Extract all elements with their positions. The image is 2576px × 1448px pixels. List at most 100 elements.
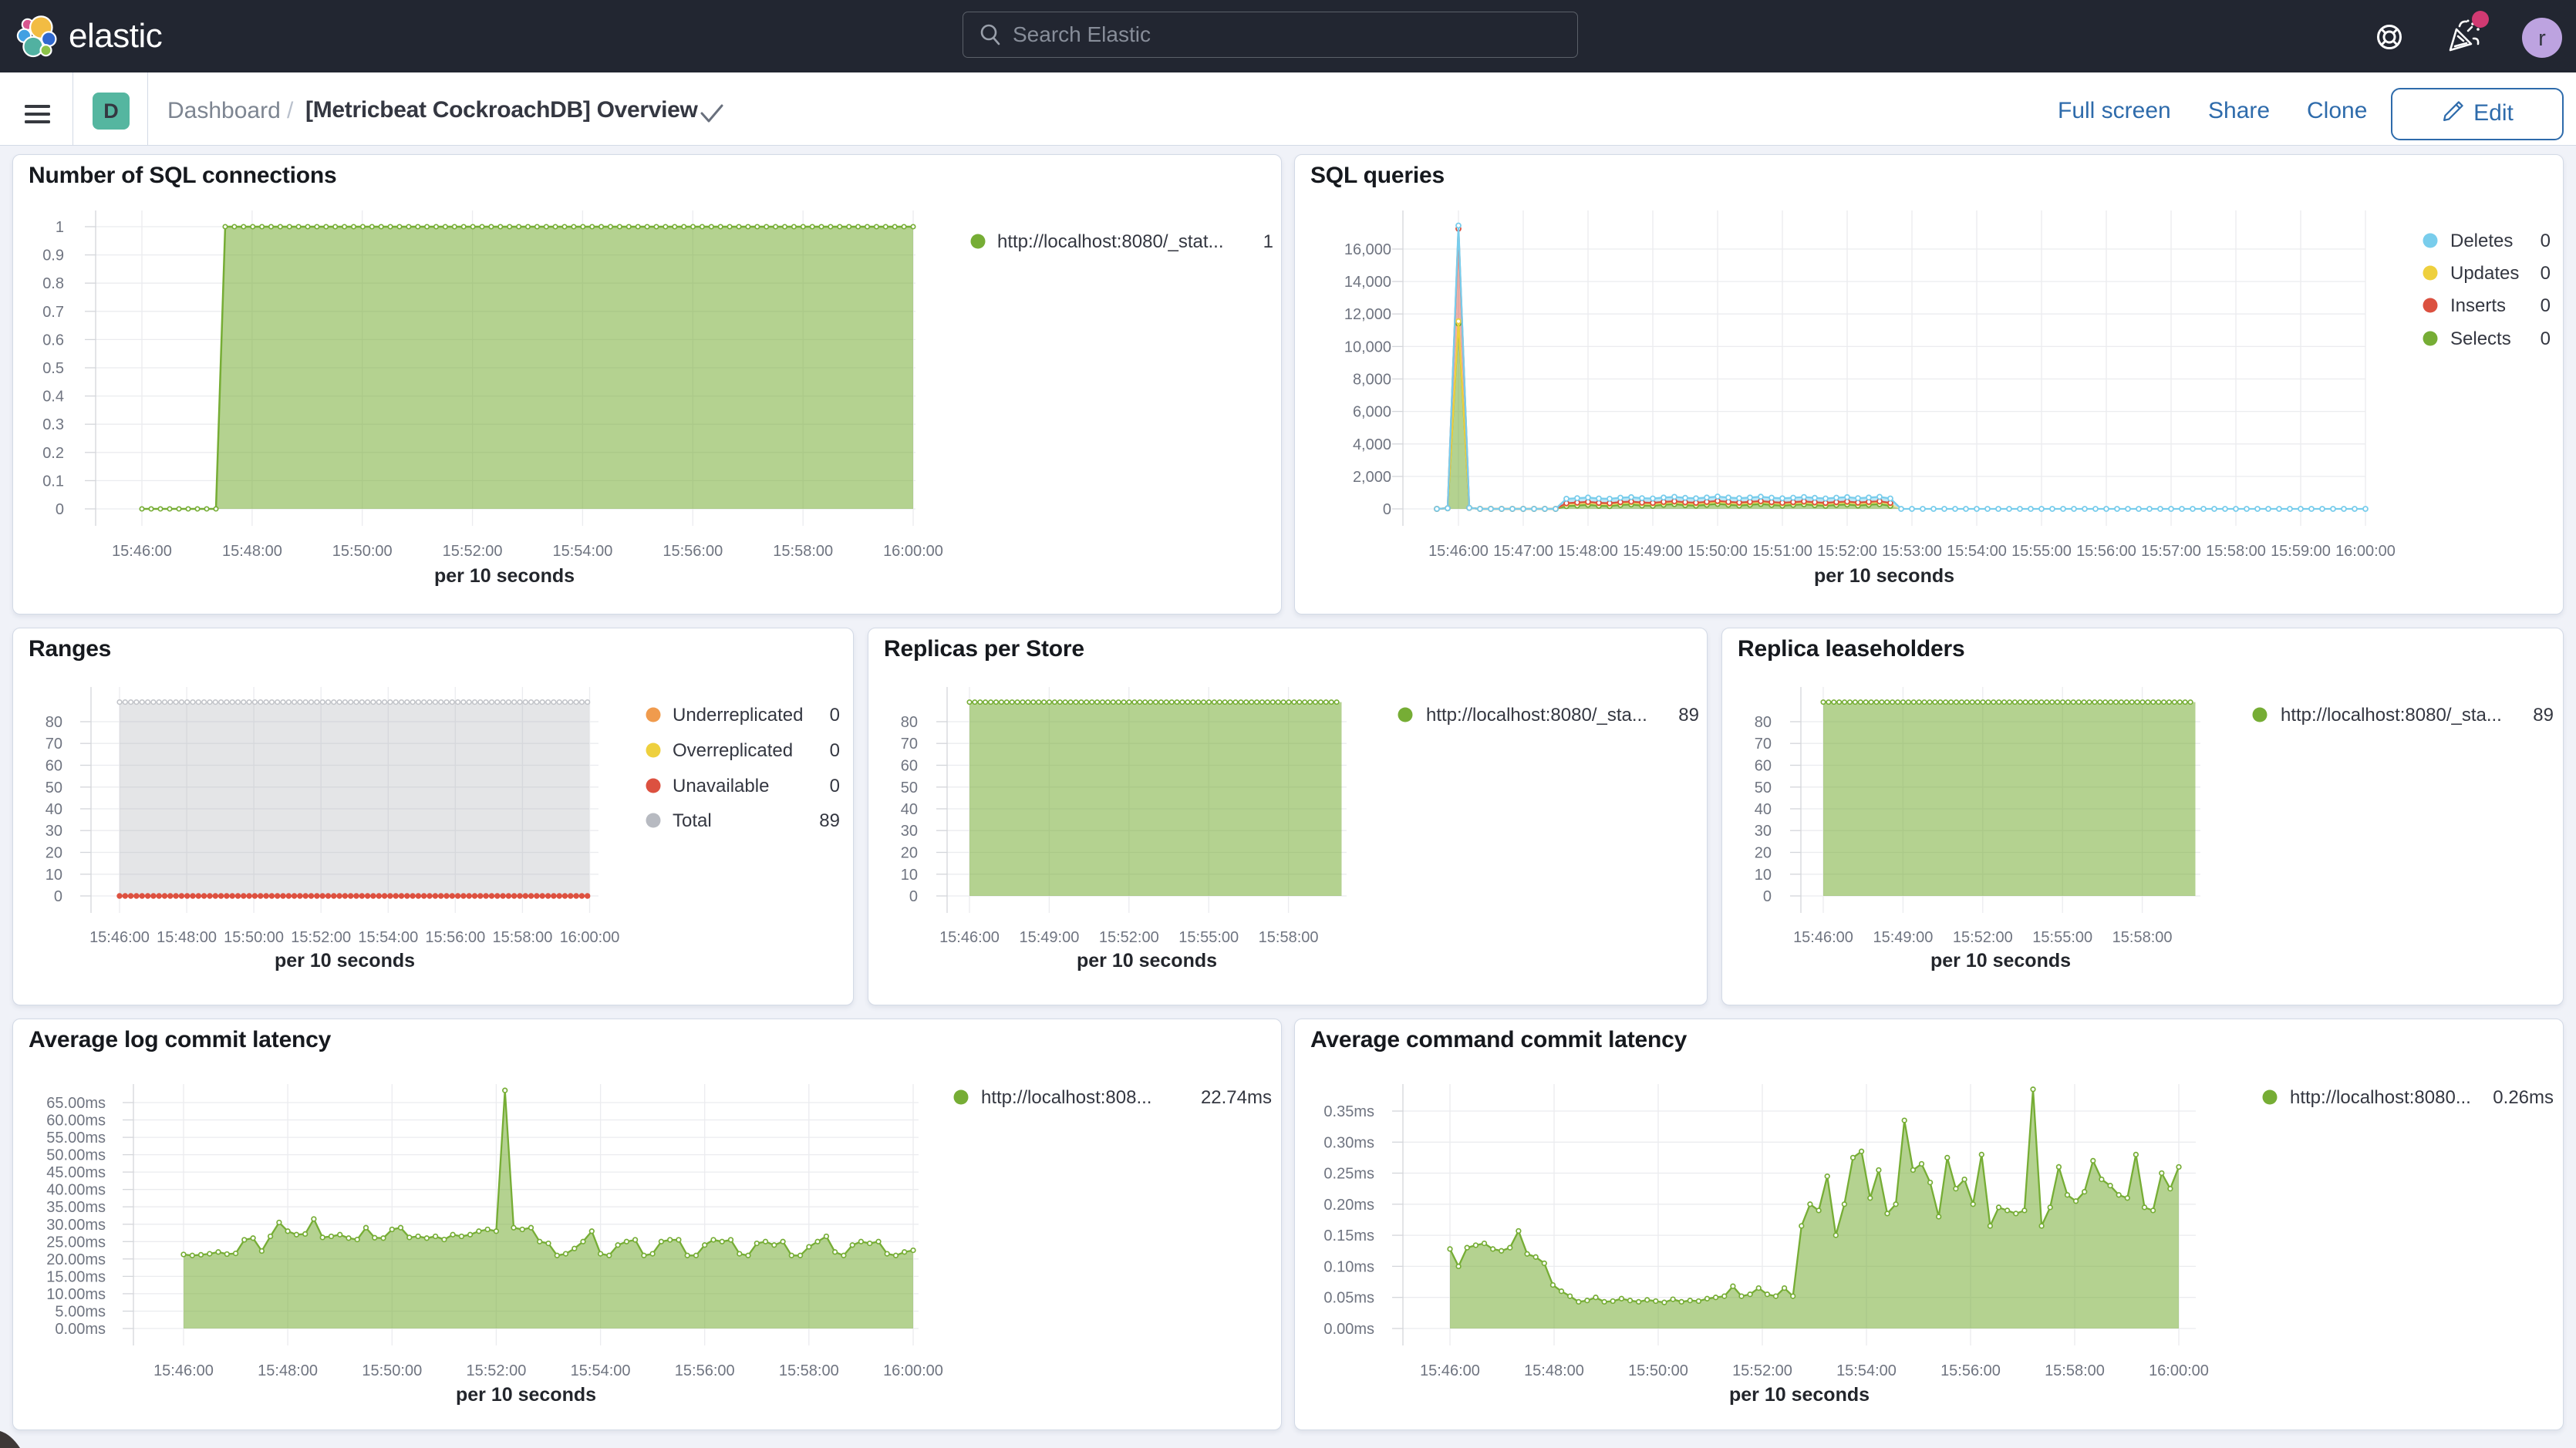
svg-text:14,000: 14,000 [1344, 274, 1391, 291]
svg-text:15:58:00: 15:58:00 [2206, 543, 2266, 560]
svg-text:15:52:00: 15:52:00 [1099, 929, 1159, 946]
svg-text:Total: Total [673, 810, 712, 831]
svg-text:15:46:00: 15:46:00 [1428, 543, 1489, 560]
svg-text:0.20ms: 0.20ms [1323, 1197, 1374, 1214]
svg-text:per 10 seconds: per 10 seconds [1814, 565, 1954, 587]
svg-text:Underreplicated: Underreplicated [673, 705, 803, 726]
svg-text:15:50:00: 15:50:00 [224, 929, 284, 946]
svg-text:15:50:00: 15:50:00 [1628, 1362, 1688, 1379]
svg-text:http://localhost:8080/_sta...: http://localhost:8080/_sta... [1426, 705, 1647, 726]
svg-text:15:57:00: 15:57:00 [2141, 543, 2201, 560]
svg-text:45.00ms: 45.00ms [46, 1164, 106, 1181]
svg-text:30: 30 [46, 823, 62, 840]
svg-text:per 10 seconds: per 10 seconds [434, 565, 575, 587]
svg-text:0: 0 [2541, 231, 2551, 251]
svg-text:65.00ms: 65.00ms [46, 1095, 106, 1112]
svg-text:30: 30 [901, 823, 918, 840]
svg-text:10,000: 10,000 [1344, 338, 1391, 355]
svg-text:15:52:00: 15:52:00 [1953, 929, 2013, 946]
svg-text:60: 60 [1755, 758, 1772, 775]
svg-text:15:48:00: 15:48:00 [258, 1362, 318, 1379]
svg-text:0.1: 0.1 [42, 473, 64, 490]
svg-text:Selects: Selects [2450, 328, 2511, 349]
svg-text:15:52:00: 15:52:00 [466, 1362, 526, 1379]
svg-text:http://localhost:808...: http://localhost:808... [981, 1087, 1151, 1108]
svg-text:15:46:00: 15:46:00 [89, 929, 150, 946]
svg-text:15:46:00: 15:46:00 [1420, 1362, 1480, 1379]
svg-text:Overreplicated: Overreplicated [673, 740, 793, 761]
svg-text:15:58:00: 15:58:00 [779, 1362, 839, 1379]
svg-text:0.15ms: 0.15ms [1323, 1227, 1374, 1244]
svg-text:2,000: 2,000 [1353, 469, 1391, 486]
svg-text:15:46:00: 15:46:00 [153, 1362, 214, 1379]
svg-text:12,000: 12,000 [1344, 306, 1391, 323]
svg-text:1: 1 [56, 219, 64, 236]
svg-text:15:58:00: 15:58:00 [492, 929, 552, 946]
svg-text:0.8: 0.8 [42, 275, 64, 292]
svg-text:89: 89 [819, 810, 840, 831]
svg-text:10.00ms: 10.00ms [46, 1286, 106, 1303]
svg-text:8,000: 8,000 [1353, 372, 1391, 389]
svg-text:0.3: 0.3 [42, 416, 64, 433]
svg-text:0.5: 0.5 [42, 360, 64, 377]
svg-text:per 10 seconds: per 10 seconds [275, 950, 415, 972]
svg-text:15:48:00: 15:48:00 [157, 929, 217, 946]
svg-text:0: 0 [56, 501, 64, 518]
svg-text:15:53:00: 15:53:00 [1882, 543, 1942, 560]
svg-text:0: 0 [909, 888, 918, 905]
svg-text:10: 10 [1755, 867, 1772, 884]
svg-text:50: 50 [1755, 780, 1772, 796]
svg-text:15:52:00: 15:52:00 [1732, 1362, 1792, 1379]
svg-text:15:52:00: 15:52:00 [443, 543, 503, 560]
svg-text:15:46:00: 15:46:00 [112, 543, 172, 560]
svg-text:15:51:00: 15:51:00 [1752, 543, 1812, 560]
svg-text:15:54:00: 15:54:00 [1836, 1362, 1897, 1379]
svg-text:30.00ms: 30.00ms [46, 1217, 106, 1234]
svg-text:0.10ms: 0.10ms [1323, 1258, 1374, 1275]
svg-text:15.00ms: 15.00ms [46, 1268, 106, 1285]
svg-text:15:54:00: 15:54:00 [571, 1362, 631, 1379]
svg-text:16:00:00: 16:00:00 [560, 929, 620, 946]
svg-text:15:50:00: 15:50:00 [362, 1362, 422, 1379]
svg-text:Inserts: Inserts [2450, 295, 2506, 316]
svg-text:60.00ms: 60.00ms [46, 1113, 106, 1130]
svg-text:4,000: 4,000 [1353, 436, 1391, 453]
svg-text:0.05ms: 0.05ms [1323, 1290, 1374, 1307]
svg-text:35.00ms: 35.00ms [46, 1199, 106, 1216]
svg-text:0.25ms: 0.25ms [1323, 1166, 1374, 1183]
svg-text:40.00ms: 40.00ms [46, 1182, 106, 1199]
svg-text:0.30ms: 0.30ms [1323, 1134, 1374, 1151]
svg-text:15:50:00: 15:50:00 [332, 543, 393, 560]
svg-text:0.00ms: 0.00ms [1323, 1321, 1374, 1338]
svg-text:0.00ms: 0.00ms [55, 1321, 106, 1338]
svg-text:15:56:00: 15:56:00 [2076, 543, 2136, 560]
svg-text:15:56:00: 15:56:00 [675, 1362, 735, 1379]
svg-text:15:46:00: 15:46:00 [1793, 929, 1853, 946]
svg-text:40: 40 [901, 801, 918, 818]
svg-text:15:56:00: 15:56:00 [425, 929, 485, 946]
svg-text:0: 0 [2541, 295, 2551, 316]
svg-text:70: 70 [901, 736, 918, 753]
svg-text:50: 50 [901, 780, 918, 796]
svg-text:1: 1 [1263, 231, 1273, 252]
svg-text:15:54:00: 15:54:00 [358, 929, 418, 946]
svg-text:0.35ms: 0.35ms [1323, 1103, 1374, 1120]
svg-text:0.4: 0.4 [42, 389, 64, 406]
svg-text:55.00ms: 55.00ms [46, 1130, 106, 1147]
svg-text:15:56:00: 15:56:00 [663, 543, 723, 560]
svg-text:5.00ms: 5.00ms [55, 1304, 106, 1321]
svg-text:15:50:00: 15:50:00 [1688, 543, 1748, 560]
svg-text:0.7: 0.7 [42, 304, 64, 321]
svg-text:0: 0 [830, 740, 840, 761]
svg-text:89: 89 [1678, 705, 1699, 726]
svg-text:60: 60 [46, 758, 62, 775]
svg-text:http://localhost:8080/_stat...: http://localhost:8080/_stat... [997, 231, 1224, 252]
svg-text:http://localhost:8080...: http://localhost:8080... [2290, 1087, 2471, 1108]
svg-text:15:55:00: 15:55:00 [2032, 929, 2092, 946]
svg-text:60: 60 [901, 758, 918, 775]
svg-text:10: 10 [46, 867, 62, 884]
svg-text:15:48:00: 15:48:00 [1524, 1362, 1584, 1379]
svg-text:0: 0 [2541, 263, 2551, 284]
svg-text:per 10 seconds: per 10 seconds [1930, 950, 2071, 972]
svg-text:15:59:00: 15:59:00 [2271, 543, 2331, 560]
